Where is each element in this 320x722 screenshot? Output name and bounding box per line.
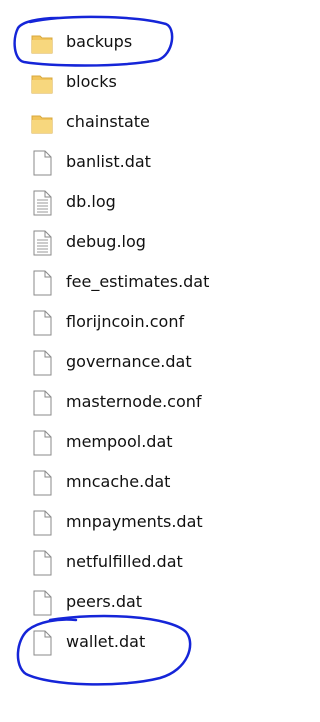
- list-item-netfulfilled-dat[interactable]: netfulfilled.dat: [0, 543, 251, 583]
- list-item-fee-estimates-dat[interactable]: fee_estimates.dat: [0, 263, 251, 303]
- item-label: banlist.dat: [66, 152, 151, 171]
- file-list: backups blocks chainstate banlist.dat db…: [0, 0, 251, 722]
- item-label: fee_estimates.dat: [66, 272, 210, 291]
- item-label: debug.log: [66, 232, 146, 251]
- list-item-mnpayments-dat[interactable]: mnpayments.dat: [0, 503, 251, 543]
- file-icon: [30, 389, 54, 417]
- list-item-governance-dat[interactable]: governance.dat: [0, 343, 251, 383]
- file-icon: [30, 429, 54, 457]
- file-icon: [30, 349, 54, 377]
- item-label: db.log: [66, 192, 116, 211]
- list-item-db-log[interactable]: db.log: [0, 183, 251, 223]
- list-item-backups[interactable]: backups: [0, 23, 251, 63]
- file-icon: [30, 309, 54, 337]
- list-item-blocks[interactable]: blocks: [0, 63, 251, 103]
- list-item-mncache-dat[interactable]: mncache.dat: [0, 463, 251, 503]
- folder-icon: [30, 29, 54, 57]
- item-label: florijncoin.conf: [66, 312, 185, 331]
- list-item-peers-dat[interactable]: peers.dat: [0, 583, 251, 623]
- file-icon: [30, 629, 54, 657]
- list-item-masternode-conf[interactable]: masternode.conf: [0, 383, 251, 423]
- file-icon: [30, 509, 54, 537]
- item-label: blocks: [66, 72, 117, 91]
- file-icon: [30, 149, 54, 177]
- list-item-chainstate[interactable]: chainstate: [0, 103, 251, 143]
- item-label: mnpayments.dat: [66, 512, 203, 531]
- folder-icon: [30, 109, 54, 137]
- item-label: masternode.conf: [66, 392, 202, 411]
- item-label: chainstate: [66, 112, 150, 131]
- list-item-florijncoin-conf[interactable]: florijncoin.conf: [0, 303, 251, 343]
- item-label: mempool.dat: [66, 432, 173, 451]
- list-item-mempool-dat[interactable]: mempool.dat: [0, 423, 251, 463]
- file-icon: [30, 549, 54, 577]
- folder-icon: [30, 69, 54, 97]
- list-item-wallet-dat[interactable]: wallet.dat: [0, 623, 251, 663]
- list-item-debug-log[interactable]: debug.log: [0, 223, 251, 263]
- file-icon: [30, 589, 54, 617]
- item-label: backups: [66, 32, 133, 51]
- file-icon: [30, 469, 54, 497]
- text-file-icon: [30, 189, 54, 217]
- item-label: governance.dat: [66, 352, 192, 371]
- item-label: netfulfilled.dat: [66, 552, 183, 571]
- item-label: wallet.dat: [66, 632, 146, 651]
- item-label: mncache.dat: [66, 472, 171, 491]
- list-item-banlist-dat[interactable]: banlist.dat: [0, 143, 251, 183]
- file-icon: [30, 269, 54, 297]
- item-label: peers.dat: [66, 592, 143, 611]
- text-file-icon: [30, 229, 54, 257]
